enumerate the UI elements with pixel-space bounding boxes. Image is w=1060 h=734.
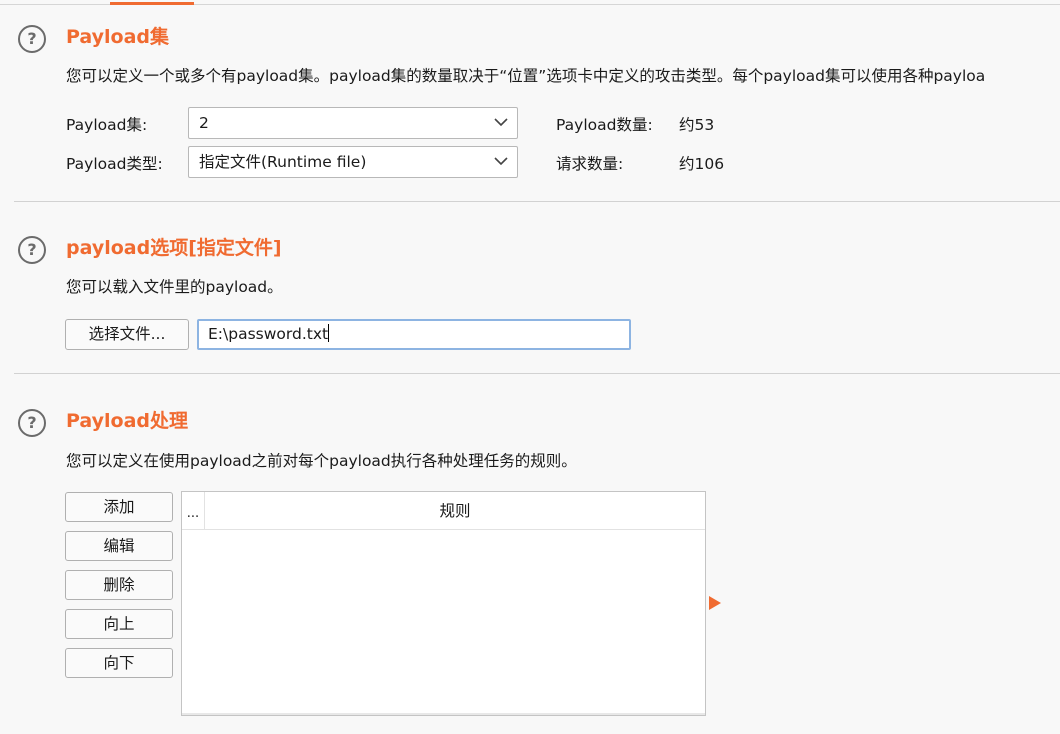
payload-set-value: 2 bbox=[199, 114, 209, 132]
section-divider bbox=[14, 373, 1060, 374]
payload-type-label: Payload类型: bbox=[66, 155, 163, 173]
section-divider bbox=[14, 201, 1060, 202]
payload-type-value: 指定文件(Runtime file) bbox=[199, 153, 367, 171]
payload-count-value: 约53 bbox=[679, 116, 715, 134]
column-header-rule[interactable]: 规则 bbox=[205, 492, 705, 530]
payload-sets-title: Payload集 bbox=[66, 26, 170, 48]
column-header-enabled[interactable]: ... bbox=[182, 492, 205, 530]
file-path-value: E:\password.txt bbox=[208, 325, 329, 343]
file-path-input[interactable]: E:\password.txt bbox=[197, 319, 631, 350]
payload-set-select[interactable]: 2 bbox=[188, 107, 518, 139]
payload-type-select[interactable]: 指定文件(Runtime file) bbox=[188, 146, 518, 178]
text-caret bbox=[328, 324, 330, 342]
add-rule-button[interactable]: 添加 bbox=[65, 492, 173, 522]
chevron-down-icon bbox=[494, 118, 508, 127]
expand-arrow-icon[interactable] bbox=[709, 596, 721, 610]
payload-count-label: Payload数量: bbox=[556, 116, 653, 134]
table-bottom-edge bbox=[182, 713, 705, 715]
chevron-down-icon bbox=[494, 157, 508, 166]
payload-set-label: Payload集: bbox=[66, 116, 148, 134]
help-icon[interactable]: ? bbox=[18, 25, 46, 53]
request-count-value: 约106 bbox=[679, 155, 725, 173]
payload-options-description: 您可以载入文件里的payload。 bbox=[66, 278, 283, 296]
payload-processing-title: Payload处理 bbox=[66, 410, 189, 432]
help-icon[interactable]: ? bbox=[18, 409, 46, 437]
edit-rule-button[interactable]: 编辑 bbox=[65, 531, 173, 561]
help-icon[interactable]: ? bbox=[18, 236, 46, 264]
move-up-button[interactable]: 向上 bbox=[65, 609, 173, 639]
active-tab-indicator bbox=[110, 2, 194, 5]
rules-table-header: ... 规则 bbox=[182, 492, 705, 530]
choose-file-button[interactable]: 选择文件... bbox=[65, 319, 189, 350]
remove-rule-button[interactable]: 删除 bbox=[65, 570, 173, 600]
payload-processing-description: 您可以定义在使用payload之前对每个payload执行各种处理任务的规则。 bbox=[66, 452, 577, 470]
move-down-button[interactable]: 向下 bbox=[65, 648, 173, 678]
request-count-label: 请求数量: bbox=[556, 155, 624, 173]
rules-table[interactable]: ... 规则 bbox=[181, 491, 706, 716]
payload-sets-description: 您可以定义一个或多个有payload集。payload集的数量取决于“位置”选项… bbox=[66, 67, 986, 85]
payload-options-title: payload选项[指定文件] bbox=[66, 237, 282, 259]
